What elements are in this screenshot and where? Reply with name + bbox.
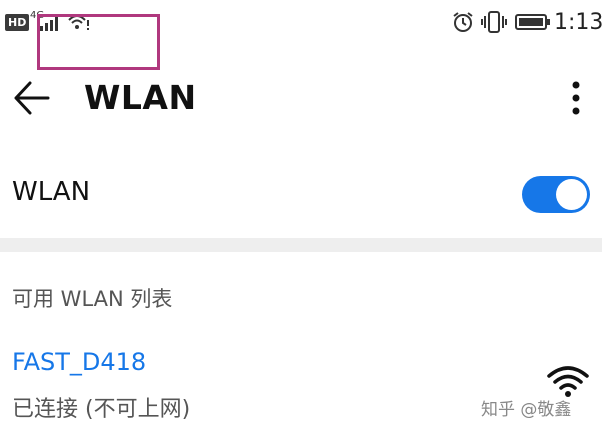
network-name: FAST_D418 bbox=[12, 348, 147, 376]
more-vert-icon[interactable] bbox=[568, 80, 584, 116]
hd-badge: HD bbox=[5, 14, 30, 31]
battery-icon bbox=[515, 14, 550, 30]
section-divider bbox=[0, 238, 602, 252]
wifi-icon bbox=[547, 366, 589, 397]
back-arrow-icon[interactable] bbox=[12, 80, 52, 116]
alarm-icon bbox=[453, 12, 473, 32]
vibrate-icon bbox=[481, 11, 507, 33]
page-title: WLAN bbox=[84, 78, 197, 117]
network-status: 已连接 (不可上网) bbox=[12, 397, 191, 422]
status-time: 1:13 bbox=[554, 10, 602, 35]
wlan-toggle-switch[interactable] bbox=[522, 176, 590, 213]
wlan-toggle-label: WLAN bbox=[12, 177, 91, 207]
highlight-annotation-box bbox=[37, 14, 160, 70]
available-networks-header: 可用 WLAN 列表 bbox=[12, 287, 173, 311]
toggle-knob bbox=[556, 179, 587, 210]
watermark: 知乎 @敬鑫 bbox=[481, 400, 572, 420]
